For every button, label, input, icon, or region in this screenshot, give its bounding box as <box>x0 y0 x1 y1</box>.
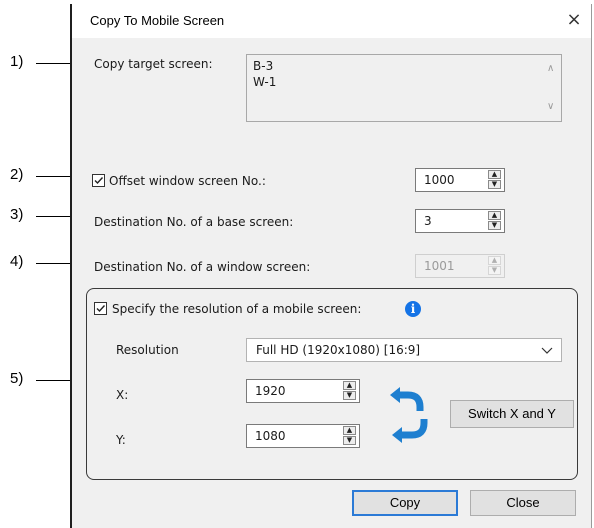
dialog-title: Copy To Mobile Screen <box>90 13 225 28</box>
check-icon <box>94 177 104 185</box>
dest-base-label: Destination No. of a base screen: <box>94 215 294 229</box>
copy-target-item[interactable]: W-1 <box>253 74 555 90</box>
copy-target-scrollbar[interactable]: ∧ ∨ <box>545 57 559 119</box>
resolution-checkbox[interactable] <box>94 302 107 315</box>
check-icon <box>96 305 106 313</box>
stepper-down-icon[interactable]: ▼ <box>488 221 501 230</box>
callout-2: 2) <box>10 166 24 183</box>
offset-window-label: Offset window screen No.: <box>109 174 266 188</box>
y-stepper[interactable]: 1080 ▲ ▼ <box>246 424 360 448</box>
y-value[interactable]: 1080 <box>255 429 286 443</box>
stepper-down-icon[interactable]: ▼ <box>343 436 356 445</box>
close-button[interactable]: Close <box>470 490 576 516</box>
offset-window-stepper[interactable]: 1000 ▲ ▼ <box>415 168 505 192</box>
info-icon[interactable]: i <box>405 301 421 317</box>
stepper-up-icon[interactable]: ▲ <box>343 381 356 390</box>
close-icon[interactable]: × <box>563 9 585 31</box>
stepper-down-icon[interactable]: ▼ <box>343 391 356 400</box>
x-label: X: <box>116 388 129 402</box>
callout-1: 1) <box>10 53 24 70</box>
dest-window-label: Destination No. of a window screen: <box>94 260 311 274</box>
copy-target-list[interactable]: B-3 W-1 ∧ ∨ <box>246 54 562 122</box>
y-label: Y: <box>116 433 126 447</box>
scroll-down-icon[interactable]: ∨ <box>547 99 554 115</box>
dest-base-value[interactable]: 3 <box>424 214 432 228</box>
resolution-select[interactable]: Full HD (1920x1080) [16:9] <box>246 338 562 362</box>
stepper-down-icon: ▼ <box>488 266 501 275</box>
callout-5: 5) <box>10 370 24 387</box>
stepper-up-icon[interactable]: ▲ <box>488 211 501 220</box>
dest-base-stepper[interactable]: 3 ▲ ▼ <box>415 209 505 233</box>
swap-arrows-icon <box>390 387 428 443</box>
chevron-down-icon[interactable] <box>541 342 553 358</box>
switch-xy-button[interactable]: Switch X and Y <box>450 400 574 428</box>
offset-window-checkbox[interactable] <box>92 174 105 187</box>
offset-window-value[interactable]: 1000 <box>424 173 455 187</box>
copy-to-mobile-dialog: Copy To Mobile Screen × Copy target scre… <box>70 4 592 528</box>
copy-target-item[interactable]: B-3 <box>253 58 555 74</box>
stepper-up-icon[interactable]: ▲ <box>488 170 501 179</box>
dest-window-value: 1001 <box>424 259 455 273</box>
x-value[interactable]: 1920 <box>255 384 286 398</box>
copy-button[interactable]: Copy <box>352 490 458 516</box>
x-stepper[interactable]: 1920 ▲ ▼ <box>246 379 360 403</box>
copy-target-label: Copy target screen: <box>94 57 213 71</box>
stepper-down-icon[interactable]: ▼ <box>488 180 501 189</box>
scroll-up-icon[interactable]: ∧ <box>547 61 554 77</box>
stepper-up-icon[interactable]: ▲ <box>343 426 356 435</box>
resolution-label: Resolution <box>116 343 179 357</box>
callout-4: 4) <box>10 253 24 270</box>
callout-3: 3) <box>10 206 24 223</box>
title-bar: Copy To Mobile Screen × <box>72 4 591 38</box>
dest-window-stepper: 1001 ▲ ▼ <box>415 254 505 278</box>
resolution-checkbox-label: Specify the resolution of a mobile scree… <box>112 302 362 316</box>
resolution-select-value[interactable]: Full HD (1920x1080) [16:9] <box>256 343 420 357</box>
stepper-up-icon: ▲ <box>488 256 501 265</box>
